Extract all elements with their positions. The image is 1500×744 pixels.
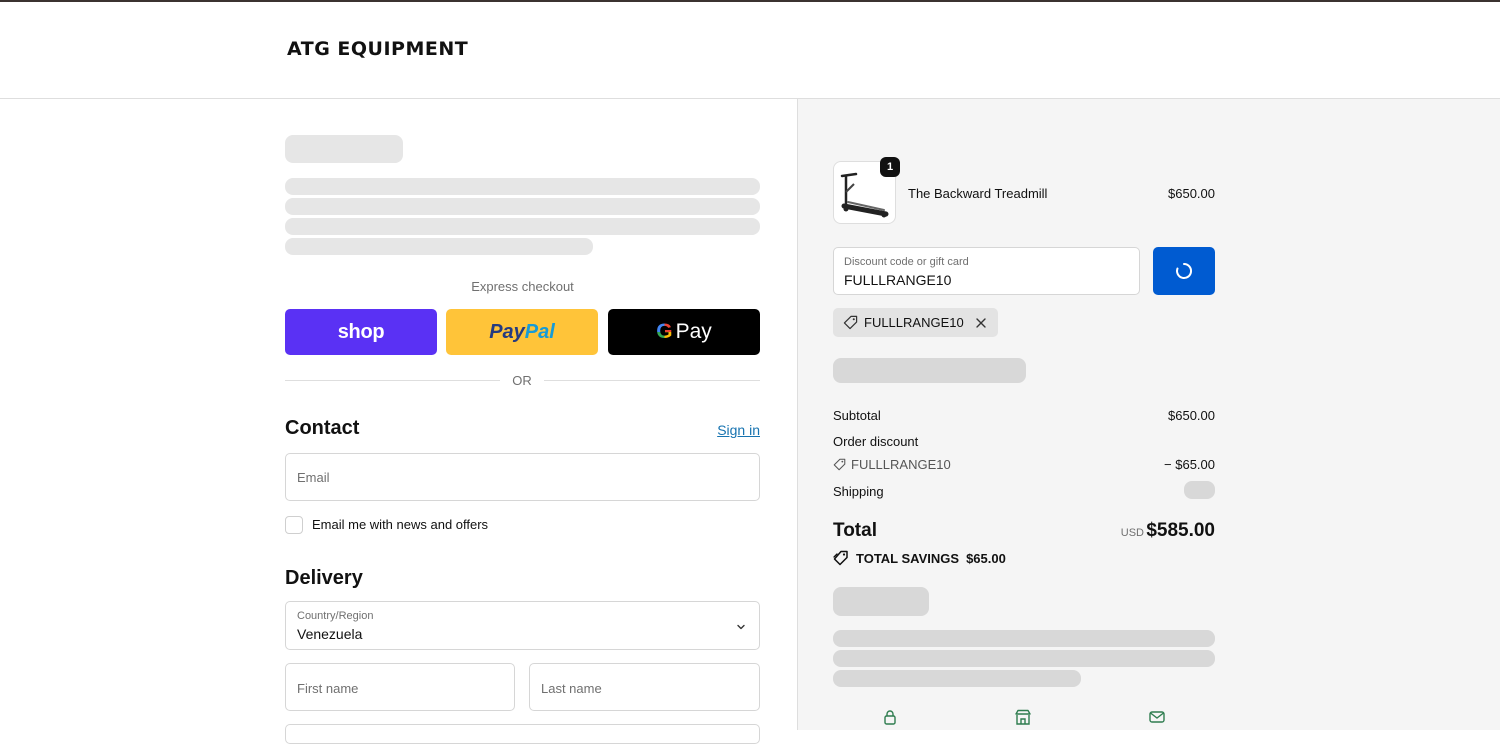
loading-placeholder bbox=[285, 238, 593, 255]
paypal-label-part2: Pal bbox=[524, 320, 555, 343]
mail-icon bbox=[1149, 711, 1165, 723]
google-pay-label: Pay bbox=[675, 320, 712, 343]
loading-placeholder bbox=[285, 178, 760, 195]
contact-heading: Contact bbox=[285, 417, 360, 439]
discount-field-value: FULLLRANGE10 bbox=[844, 272, 952, 288]
apply-discount-button[interactable] bbox=[1153, 247, 1215, 295]
tag-icon bbox=[843, 315, 858, 330]
shipping-loading-placeholder bbox=[1184, 481, 1215, 499]
savings-label: TOTAL SAVINGS bbox=[856, 550, 960, 566]
email-placeholder: Email bbox=[297, 470, 330, 485]
discount-code-label: FULLLRANGE10 bbox=[851, 457, 951, 472]
country-select[interactable]: Country/Region Venezuela bbox=[285, 601, 760, 650]
applied-discount-chip: FULLLRANGE10 bbox=[833, 308, 998, 337]
sign-in-link[interactable]: Sign in bbox=[700, 422, 760, 438]
country-label: Country/Region bbox=[297, 610, 374, 622]
tag-icon bbox=[833, 458, 846, 471]
discount-value: − $65.00 bbox=[1164, 457, 1215, 472]
paypal-button[interactable]: Pay Pal bbox=[446, 309, 598, 355]
newsletter-label: Email me with news and offers bbox=[312, 517, 489, 532]
discount-field-label: Discount code or gift card bbox=[844, 256, 969, 268]
total-savings: TOTAL SAVINGS $65.00 bbox=[833, 550, 1006, 566]
store-icon bbox=[1015, 709, 1031, 725]
total-label: Total bbox=[833, 520, 877, 541]
shop-pay-button[interactable]: shop bbox=[285, 309, 437, 355]
divider-right bbox=[544, 380, 760, 381]
tags-icon bbox=[833, 550, 848, 566]
express-checkout-label: Express checkout bbox=[471, 279, 574, 294]
spinner-icon bbox=[1176, 262, 1193, 279]
applied-code-label: FULLLRANGE10 bbox=[864, 315, 964, 330]
google-pay-button[interactable]: G Pay bbox=[608, 309, 760, 355]
loading-placeholder bbox=[833, 670, 1081, 687]
discount-code-row: FULLLRANGE10 bbox=[833, 457, 951, 472]
loading-placeholder bbox=[833, 630, 1215, 647]
or-label: OR bbox=[512, 373, 532, 388]
shipping-label: Shipping bbox=[833, 484, 884, 499]
product-price: $650.00 bbox=[1168, 186, 1215, 201]
next-address-field[interactable] bbox=[285, 724, 760, 744]
newsletter-checkbox[interactable] bbox=[285, 516, 303, 534]
loading-placeholder bbox=[833, 358, 1026, 383]
loading-placeholder bbox=[833, 650, 1215, 667]
last-name-placeholder: Last name bbox=[541, 681, 602, 696]
subtotal-value: $650.00 bbox=[1168, 408, 1215, 423]
paypal-label-part1: Pay bbox=[489, 320, 525, 343]
email-field[interactable]: Email bbox=[285, 453, 760, 501]
loading-placeholder bbox=[285, 135, 403, 163]
loading-placeholder bbox=[285, 198, 760, 215]
first-name-field[interactable]: First name bbox=[285, 663, 515, 711]
delivery-heading: Delivery bbox=[285, 567, 363, 589]
loading-placeholder bbox=[833, 587, 929, 616]
country-value: Venezuela bbox=[297, 626, 363, 642]
shop-pay-label: shop bbox=[337, 320, 385, 343]
store-logo[interactable]: ATG EQUIPMENT bbox=[287, 38, 468, 60]
subtotal-label: Subtotal bbox=[833, 408, 881, 423]
loading-placeholder bbox=[285, 218, 760, 235]
order-discount-label: Order discount bbox=[833, 434, 919, 449]
lock-icon bbox=[884, 710, 896, 725]
chevron-down-icon bbox=[737, 624, 745, 630]
google-g-icon: G bbox=[656, 320, 673, 343]
total-currency: USD bbox=[1120, 527, 1144, 539]
product-name: The Backward Treadmill bbox=[908, 186, 1048, 201]
quantity-badge: 1 bbox=[880, 157, 900, 177]
total-value: $585.00 bbox=[1146, 520, 1215, 541]
discount-code-input[interactable]: Discount code or gift card FULLLRANGE10 bbox=[833, 247, 1140, 295]
savings-value: $65.00 bbox=[966, 550, 1006, 566]
last-name-field[interactable]: Last name bbox=[529, 663, 760, 711]
first-name-placeholder: First name bbox=[297, 681, 359, 696]
close-icon[interactable] bbox=[974, 316, 988, 330]
site-header: ATG EQUIPMENT bbox=[0, 2, 1500, 99]
divider-left bbox=[285, 380, 500, 381]
